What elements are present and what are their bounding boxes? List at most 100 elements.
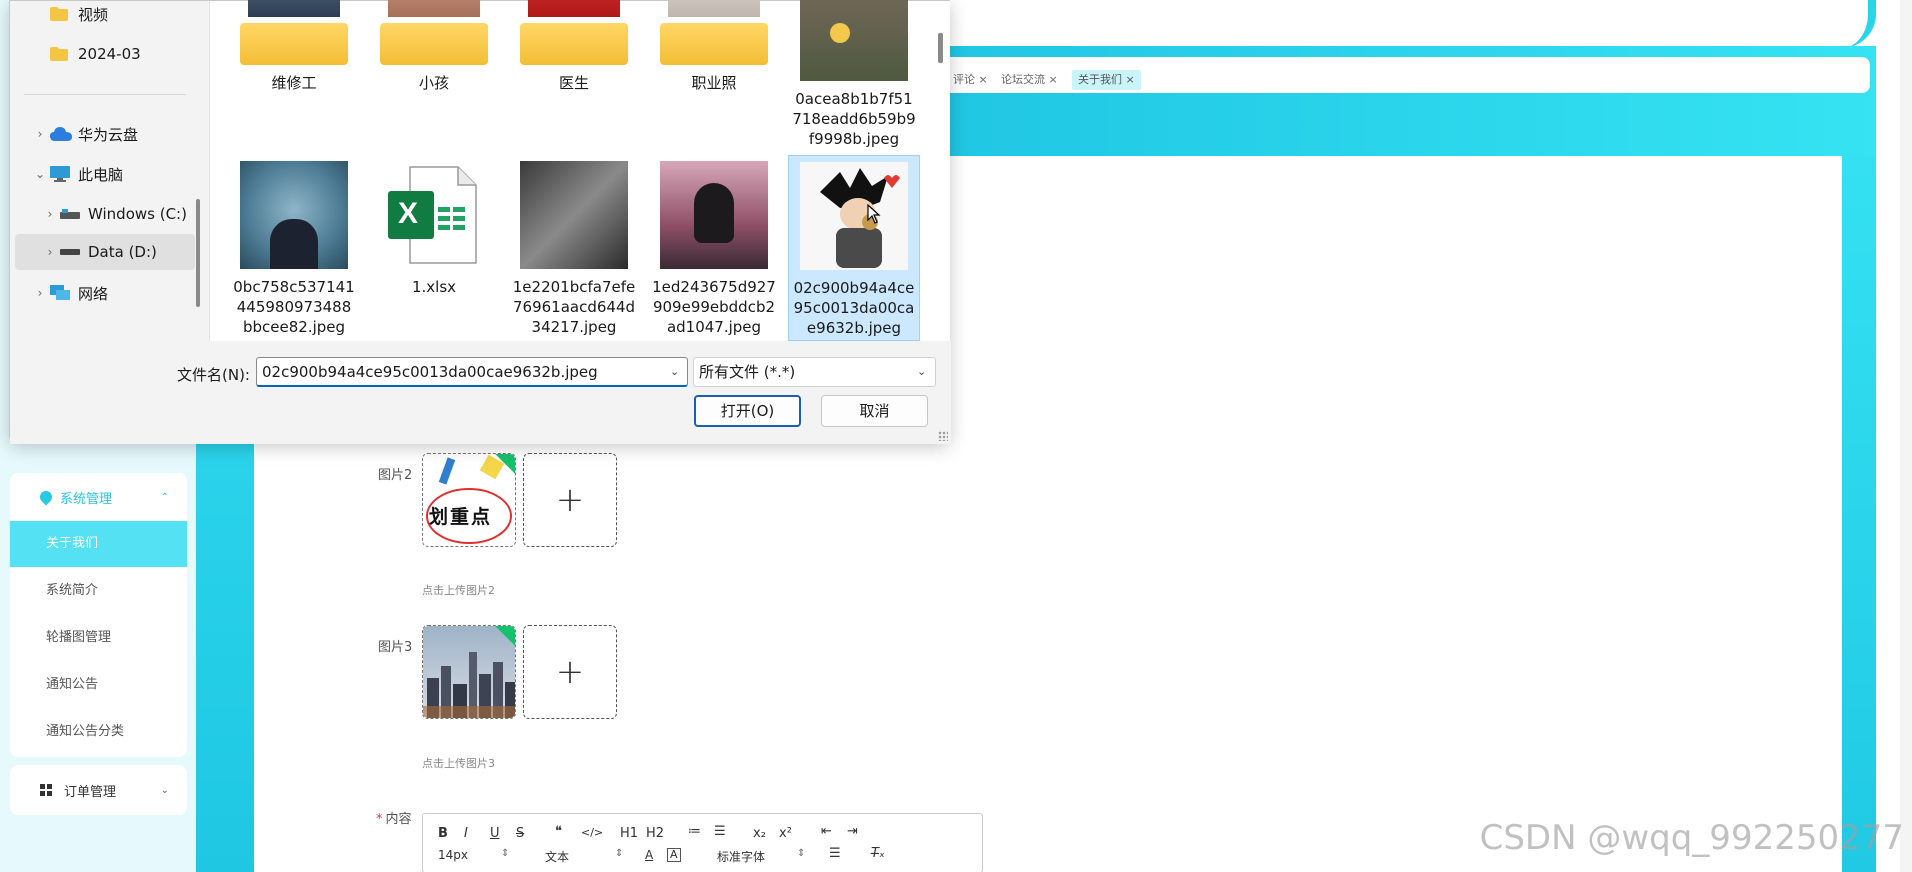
- page-scrollbar-track[interactable]: [1900, 0, 1912, 872]
- image-file-item[interactable]: 1e2201bcfa7efe76961aacd644d34217.jpeg: [508, 161, 640, 337]
- font-family-chevron-icon: ⇕: [797, 848, 806, 859]
- file-pane-scrollbar[interactable]: [938, 33, 943, 63]
- sidebar-order-management[interactable]: 订单管理 ⌄: [10, 765, 187, 815]
- subscript-button[interactable]: x₂: [753, 826, 766, 841]
- image3-preview[interactable]: [422, 625, 516, 719]
- image2-preview[interactable]: 划重点: [422, 453, 516, 547]
- watermark: CSDN @wqq_992250277: [1479, 818, 1904, 858]
- align-icon[interactable]: ☰: [829, 846, 841, 861]
- sidebar-item-system-intro[interactable]: 系统简介: [10, 568, 187, 614]
- folder-item[interactable]: 维修工: [228, 0, 360, 93]
- network-icon: [50, 285, 74, 301]
- image-file-item[interactable]: 1ed243675d927909e99ebddcb2ad1047.jpeg: [648, 161, 780, 337]
- text-style-select[interactable]: 文本: [545, 848, 569, 865]
- sidebar-item-notice-category[interactable]: 通知公告分类: [10, 709, 187, 755]
- cancel-button[interactable]: 取消: [821, 395, 928, 427]
- folder-preview: [248, 0, 340, 17]
- filename-dropdown-chevron-icon[interactable]: ⌄: [670, 365, 679, 378]
- app-header: [930, 0, 1870, 46]
- drive-icon: [60, 209, 84, 219]
- image2-upload-button[interactable]: +: [523, 453, 617, 547]
- underline-button[interactable]: U: [490, 826, 500, 841]
- image-file-item[interactable]: 0bc758c537141445980973488bbcee82.jpeg: [228, 161, 360, 337]
- outdent-button[interactable]: ⇤: [821, 824, 832, 839]
- folder-preview: [528, 0, 620, 17]
- font-family-select[interactable]: 标准字体: [717, 848, 765, 865]
- folder-body: [380, 23, 488, 65]
- person-shape: [694, 183, 734, 243]
- ordered-list-button[interactable]: ≔: [688, 824, 701, 839]
- background-color-icon[interactable]: A: [667, 848, 681, 862]
- font-size-select[interactable]: 14px: [438, 848, 468, 862]
- folder-icon: [520, 0, 628, 65]
- mouse-cursor-icon: [867, 204, 881, 224]
- folder-preview: [668, 0, 760, 17]
- excel-letter: X: [398, 197, 419, 230]
- nav-item-drive-d[interactable]: › Data (D:): [15, 234, 195, 270]
- resize-grip-icon[interactable]: [938, 431, 948, 441]
- sidebar-system-management[interactable]: 系统管理 ⌃: [10, 473, 187, 521]
- open-button[interactable]: 打开(O): [694, 395, 801, 427]
- file-label: 职业照: [691, 74, 737, 92]
- frame-right-band: [1842, 156, 1876, 872]
- nav-item-label: Windows (C:): [88, 205, 187, 223]
- folder-item[interactable]: 小孩: [368, 0, 500, 93]
- folder-icon: [50, 7, 74, 21]
- filename-input[interactable]: 02c900b94a4ce95c0013da00cae9632b.jpeg: [256, 357, 688, 387]
- file-label: 0bc758c537141445980973488bbcee82.jpeg: [233, 278, 355, 336]
- cartoon-character-image: [820, 168, 900, 268]
- file-label: 小孩: [418, 74, 449, 92]
- indent-button[interactable]: ⇥: [847, 824, 858, 839]
- grid-icon: [40, 784, 52, 796]
- clear-format-icon[interactable]: T̶ₓ: [871, 846, 885, 861]
- nav-item-label: Data (D:): [88, 243, 157, 261]
- tab-forum[interactable]: 论坛交流 ×: [1001, 70, 1058, 90]
- bullet-list-button[interactable]: ☰: [714, 824, 726, 839]
- cloud-icon: [50, 127, 74, 141]
- nav-item-huawei-cloud[interactable]: › 华为云盘: [30, 116, 200, 152]
- strike-button[interactable]: S: [516, 826, 524, 841]
- image-file-item[interactable]: 0acea8b1b7f51718eadd6b59b9f9998b.jpeg: [788, 0, 920, 149]
- flower-shape: [830, 23, 850, 43]
- code-button[interactable]: </>: [581, 826, 603, 839]
- tab-comments[interactable]: 评论 ×: [953, 70, 988, 90]
- nav-item-network[interactable]: › 网络: [30, 275, 200, 311]
- content-label-text: 内容: [385, 812, 412, 827]
- chevron-right-icon: ›: [37, 286, 43, 300]
- image3-upload-button[interactable]: +: [523, 625, 617, 719]
- chevron-right-icon: ›: [37, 127, 43, 141]
- nav-item-2024-03[interactable]: 2024-03: [30, 36, 200, 72]
- nav-scrollbar[interactable]: [196, 199, 200, 307]
- superscript-button[interactable]: x²: [779, 826, 792, 841]
- content-label: * 内容: [376, 808, 412, 827]
- sidebar-order-label: 订单管理: [64, 784, 117, 800]
- folder-item[interactable]: 医生: [508, 0, 640, 93]
- image-file-item-selected[interactable]: 02c900b94a4ce95c0013da00cae9632b.jpeg: [788, 155, 920, 341]
- image2-text: 划重点: [429, 506, 493, 528]
- tab-about-us[interactable]: 关于我们 ×: [1072, 70, 1141, 90]
- heading2-button[interactable]: H2: [646, 826, 664, 841]
- nav-item-drive-c[interactable]: › Windows (C:): [40, 196, 200, 232]
- font-color-icon[interactable]: A: [645, 848, 653, 862]
- nav-item-this-pc[interactable]: ⌄ 此电脑: [30, 156, 200, 192]
- rich-text-editor[interactable]: B I U S ❝ </> H1 H2 ≔ ☰ x₂ x² ⇤ ⇥ 14px ⇕…: [422, 813, 983, 872]
- dialog-footer: 文件名(N): 02c900b94a4ce95c0013da00cae9632b…: [10, 341, 951, 444]
- sidebar-item-about-us[interactable]: 关于我们: [10, 521, 187, 567]
- excel-file-item[interactable]: X 1.xlsx: [368, 161, 500, 297]
- folder-item[interactable]: 职业照: [648, 0, 780, 93]
- nav-item-videos[interactable]: 视频: [30, 0, 200, 32]
- nav-item-label: 网络: [78, 284, 109, 303]
- sidebar-item-notice[interactable]: 通知公告: [10, 662, 187, 708]
- quote-button[interactable]: ❝: [555, 824, 562, 839]
- nav-item-label: 2024-03: [78, 45, 141, 63]
- image-thumbnail: [520, 161, 628, 269]
- sidebar-item-carousel[interactable]: 轮播图管理: [10, 615, 187, 661]
- header-decoration: [1836, 0, 1876, 48]
- filetype-select[interactable]: 所有文件 (*.*): [693, 357, 936, 387]
- bold-button[interactable]: B: [438, 826, 448, 841]
- person-shape: [270, 219, 318, 269]
- italic-button[interactable]: I: [464, 826, 468, 841]
- heading1-button[interactable]: H1: [620, 826, 638, 841]
- file-label: 1.xlsx: [411, 278, 457, 296]
- nav-item-label: 视频: [78, 5, 109, 24]
